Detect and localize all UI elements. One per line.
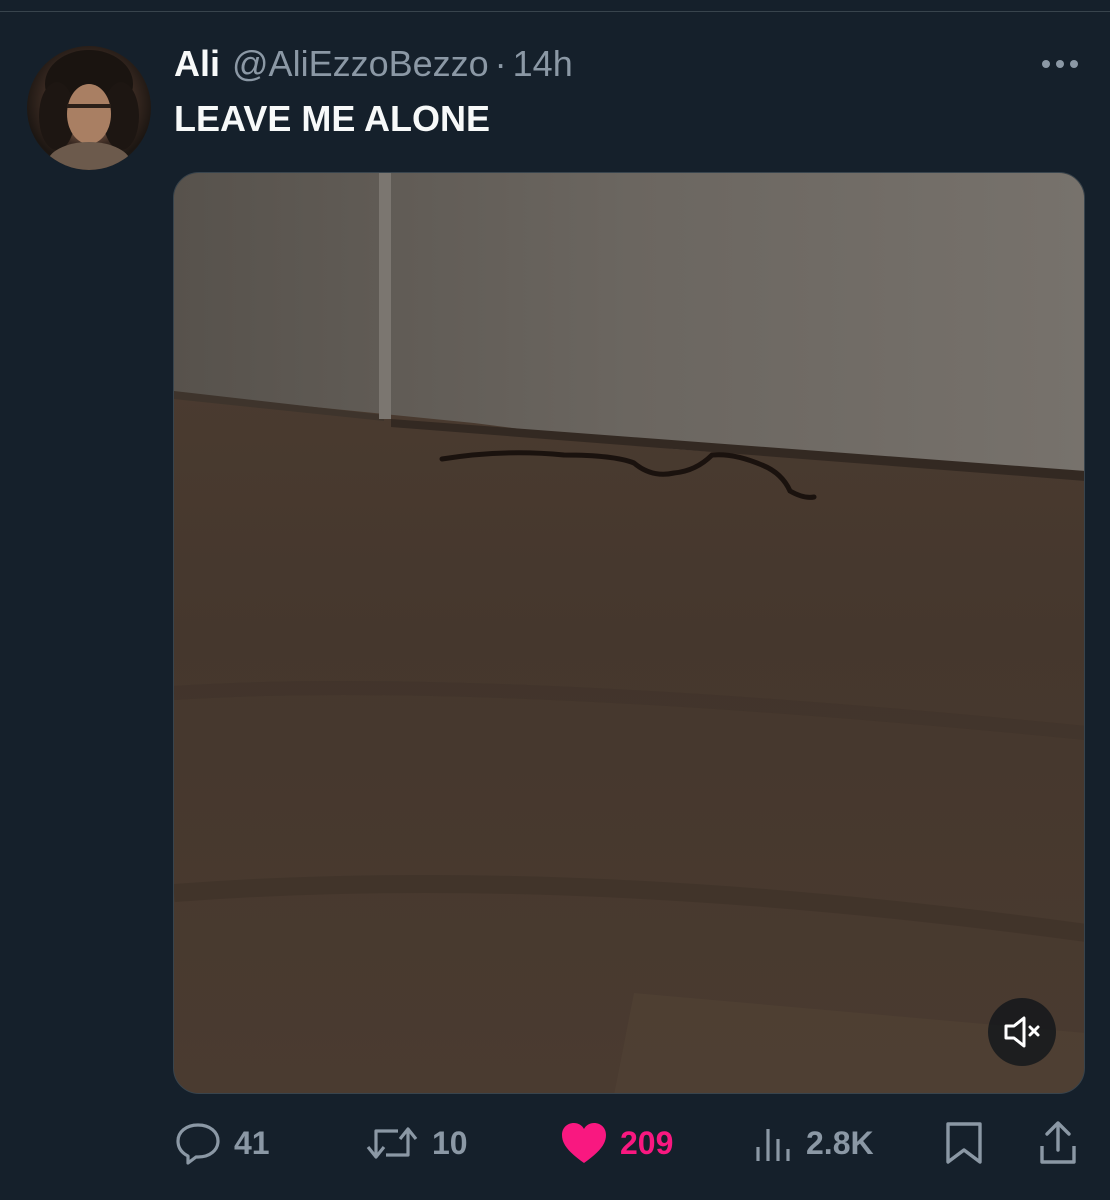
action-bar: 41 10 209 2.8K (174, 1112, 1086, 1174)
video-player[interactable] (173, 172, 1085, 1094)
avatar-image (39, 50, 139, 170)
retweet-count: 10 (432, 1124, 468, 1161)
views-button[interactable]: 2.8K (754, 1112, 874, 1174)
heart-icon (560, 1121, 608, 1165)
video-frame (174, 173, 1084, 1093)
display-name[interactable]: Ali (174, 43, 220, 85)
tweet-text: LEAVE ME ALONE (174, 98, 491, 139)
retweet-button[interactable]: 10 (364, 1112, 468, 1174)
avatar[interactable] (27, 46, 151, 170)
like-button[interactable]: 209 (560, 1112, 673, 1174)
like-count: 209 (620, 1124, 674, 1161)
bookmark-icon (944, 1120, 984, 1166)
reply-count: 41 (234, 1124, 270, 1161)
more-options-button[interactable] (1036, 46, 1084, 82)
tweet-header: Ali @AliEzzoBezzo · 14h (174, 42, 573, 86)
share-button[interactable] (1038, 1112, 1078, 1174)
views-icon (754, 1121, 794, 1165)
user-handle[interactable]: @AliEzzoBezzo (232, 43, 489, 85)
views-count: 2.8K (806, 1124, 874, 1161)
mute-toggle-button[interactable] (988, 998, 1056, 1066)
more-icon (1042, 60, 1078, 68)
bookmark-button[interactable] (944, 1112, 984, 1174)
speaker-muted-icon (1004, 1016, 1040, 1048)
retweet-icon (364, 1121, 420, 1165)
top-divider (0, 0, 1110, 12)
share-icon (1038, 1120, 1078, 1166)
reply-button[interactable]: 41 (174, 1112, 270, 1174)
timestamp[interactable]: 14h (513, 43, 573, 85)
separator-dot: · (494, 43, 507, 84)
reply-icon (174, 1121, 222, 1165)
